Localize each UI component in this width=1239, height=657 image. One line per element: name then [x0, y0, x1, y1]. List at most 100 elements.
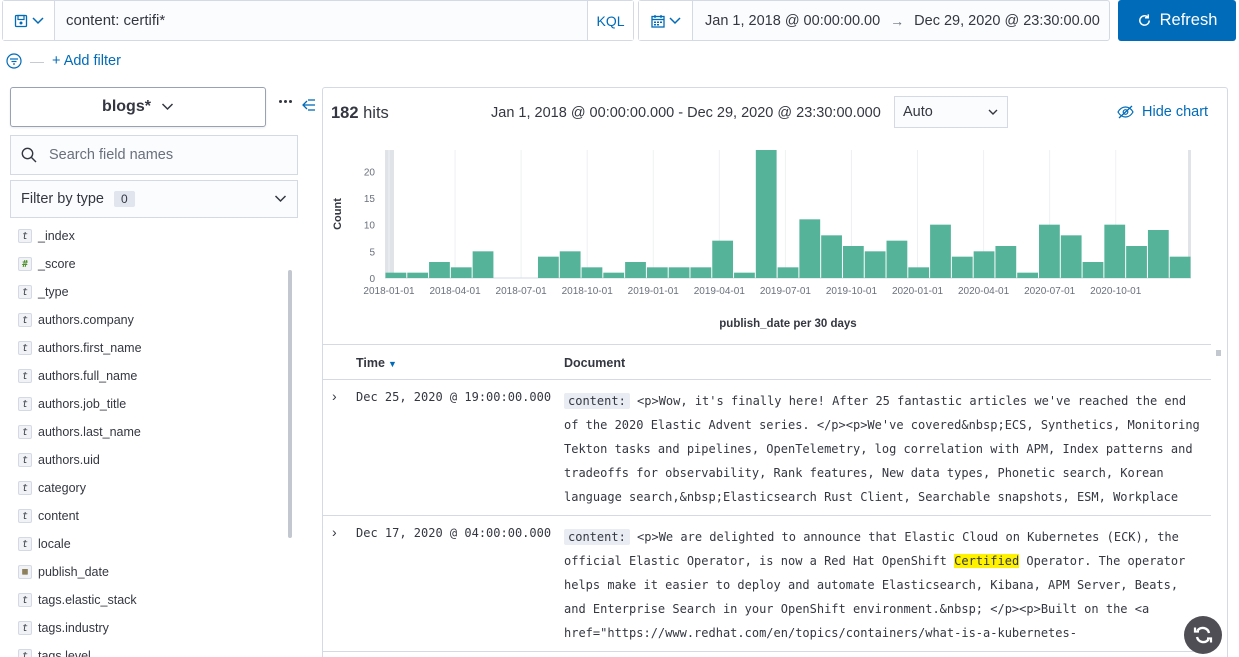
filter-bar: — + Add filter [6, 52, 121, 70]
field-item[interactable]: t tags.elastic_stack [18, 586, 288, 614]
string-type-icon: t [18, 537, 32, 551]
field-item[interactable]: t content [18, 502, 288, 530]
histogram-bar [450, 267, 472, 278]
refresh-icon [1138, 14, 1150, 26]
interval-select[interactable]: Auto [894, 96, 1008, 128]
filter-by-type-label: Filter by type [21, 191, 104, 207]
histogram-bar [646, 267, 668, 278]
date-picker[interactable]: Jan 1, 2018 @ 00:00:00.00 → Dec 29, 2020… [638, 0, 1110, 41]
field-item[interactable]: t _index [18, 222, 288, 250]
string-type-icon: t [18, 229, 32, 243]
histogram-bar [886, 240, 908, 278]
quick-select-button[interactable] [639, 1, 693, 40]
field-item[interactable]: t authors.uid [18, 446, 288, 474]
calendar-icon: ▦ [18, 565, 32, 579]
field-item[interactable]: # _score [18, 250, 288, 278]
field-item[interactable]: t tags.industry [18, 614, 288, 642]
index-pattern-picker[interactable]: blogs* [10, 87, 266, 127]
y-tick-label: 5 [369, 247, 375, 258]
field-item[interactable]: t authors.last_name [18, 418, 288, 446]
saved-query-button[interactable] [3, 1, 55, 40]
x-tick-label: 2018-01-01 [363, 286, 415, 297]
end-date[interactable]: Dec 29, 2020 @ 23:30:00.00 [914, 13, 1100, 29]
histogram-bar [712, 240, 734, 278]
x-tick-label: 2018-04-01 [429, 286, 481, 297]
chevron-down-icon [161, 103, 173, 111]
histogram-bar [908, 267, 930, 278]
field-item[interactable]: t authors.first_name [18, 334, 288, 362]
field-name: locale [38, 537, 71, 551]
histogram-bar [1104, 224, 1126, 278]
chevron-down-icon [668, 16, 681, 24]
collapse-sidebar-icon[interactable] [302, 99, 316, 114]
field-item[interactable]: t tags.level [18, 642, 288, 657]
field-item[interactable]: t authors.full_name [18, 362, 288, 390]
string-type-icon: t [18, 285, 32, 299]
x-tick-label: 2019-07-01 [760, 286, 812, 297]
hide-chart-button[interactable]: Hide chart [1117, 104, 1208, 120]
table-row[interactable]: › Dec 17, 2020 @ 04:00:00.000 content: <p>… [323, 516, 1211, 652]
histogram-bar [842, 246, 864, 278]
string-type-icon: t [18, 621, 32, 635]
more-options-icon[interactable] [279, 100, 292, 103]
x-tick-label: 2019-01-01 [628, 286, 680, 297]
field-name: _index [38, 229, 75, 243]
field-item[interactable]: ▦ publish_date [18, 558, 288, 586]
histogram-bar [799, 219, 821, 278]
histogram-bar [559, 251, 581, 278]
field-name: authors.last_name [38, 425, 141, 439]
histogram-bar [429, 262, 450, 278]
sidebar-scrollbar[interactable] [288, 270, 292, 538]
hide-chart-label: Hide chart [1142, 104, 1209, 120]
histogram-bar [537, 256, 559, 278]
chevron-down-icon [274, 195, 287, 203]
filter-options-icon[interactable] [6, 53, 22, 69]
string-type-icon: t [18, 453, 32, 467]
histogram-bar [625, 262, 646, 278]
y-tick-label: 20 [364, 167, 376, 178]
search-field-names-input[interactable]: Search field names [10, 135, 298, 175]
field-key: content: [564, 393, 630, 409]
string-type-icon: t [18, 397, 32, 411]
histogram-chart: 0 5 10 15 20 2018-01-01 2018-04-01 2018-07-01 20… [332, 150, 1191, 330]
field-item[interactable]: t locale [18, 530, 288, 558]
sync-icon[interactable] [1184, 616, 1222, 654]
histogram-bar [581, 267, 603, 278]
field-item[interactable]: t category [18, 474, 288, 502]
field-item[interactable]: t authors.company [18, 306, 288, 334]
sort-down-icon[interactable]: ▼ [388, 359, 397, 369]
field-name: authors.first_name [38, 341, 142, 355]
table-scrollbar[interactable] [1216, 350, 1221, 356]
chevron-right-icon[interactable]: › [332, 388, 337, 404]
table-header: Time ▼ Document [323, 344, 1211, 380]
query-text[interactable]: content: certifi* [55, 12, 587, 29]
refresh-button[interactable]: Refresh [1118, 0, 1236, 41]
histogram-bar [1082, 262, 1104, 278]
field-name: _score [38, 257, 76, 271]
row-time: Dec 25, 2020 @ 19:00:00.000 [356, 390, 552, 404]
start-date[interactable]: Jan 1, 2018 @ 00:00:00.00 [693, 13, 880, 29]
field-item[interactable]: t authors.job_title [18, 390, 288, 418]
field-item[interactable]: t _type [18, 278, 288, 306]
field-key: content: [564, 529, 630, 545]
table-row[interactable]: › Dec 25, 2020 @ 19:00:00.000 content: <p>… [323, 380, 1211, 516]
field-name: tags.industry [38, 621, 109, 635]
eye-closed-icon [1117, 105, 1134, 119]
time-column-header[interactable]: Time ▼ [356, 356, 397, 370]
field-name: tags.level [38, 649, 91, 657]
histogram-bar [973, 251, 995, 278]
string-type-icon: t [18, 341, 32, 355]
chevron-right-icon[interactable]: › [332, 524, 337, 540]
filter-separator: — [30, 53, 44, 69]
field-name: authors.company [38, 313, 134, 327]
index-pattern-name: blogs* [102, 98, 151, 115]
kql-toggle-button[interactable]: KQL [587, 1, 633, 40]
query-input-box[interactable]: content: certifi* KQL [2, 0, 634, 41]
chevron-down-icon [31, 16, 44, 24]
row-time: Dec 17, 2020 @ 04:00:00.000 [356, 526, 552, 540]
histogram-bar [603, 272, 625, 278]
histogram-bar [1039, 224, 1060, 278]
histogram-bar [1060, 235, 1082, 278]
add-filter-button[interactable]: + Add filter [52, 53, 121, 69]
filter-by-type-dropdown[interactable]: Filter by type 0 [10, 180, 298, 218]
